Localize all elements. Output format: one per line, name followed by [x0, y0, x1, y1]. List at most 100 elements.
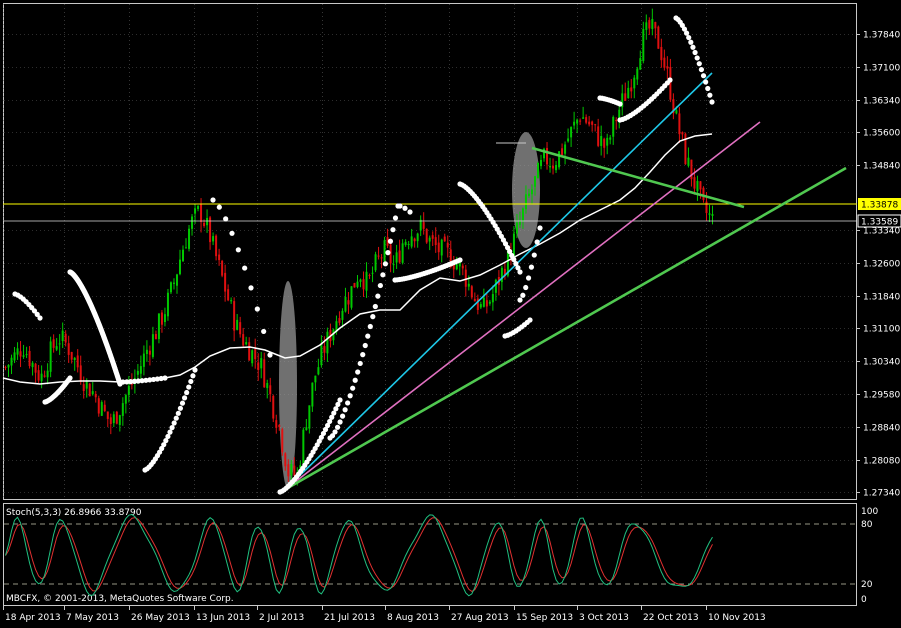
candle-body [76, 355, 79, 368]
price-axis: 1.37840 1.37100 1.36340 1.35600 1.34840 1.333… [856, 31, 900, 499]
candle-body [7, 364, 10, 368]
candle-body [359, 279, 362, 282]
candle-body [362, 279, 365, 290]
candle-body [404, 241, 407, 245]
candle-body [407, 243, 410, 245]
level-price-label: 1.33878 [861, 201, 898, 211]
candle-body [70, 351, 73, 360]
time-axis-label: 26 May 2013 [131, 613, 190, 623]
candle-body [639, 58, 642, 70]
candle-body [103, 404, 106, 411]
candle-body [401, 243, 404, 263]
candle-body [488, 301, 491, 304]
candle-body [591, 121, 594, 125]
psar-dot [347, 393, 353, 399]
price-chart[interactable]: 1.37840 1.37100 1.36340 1.35600 1.34840 1.333… [0, 0, 901, 624]
psar-dot [527, 317, 533, 323]
candle-body [422, 222, 425, 229]
candle-body [178, 259, 181, 275]
time-axis-label: 21 Jul 2013 [324, 613, 375, 623]
candle-body [136, 370, 139, 375]
candle-body [461, 265, 464, 269]
psar-dot [525, 275, 532, 281]
candle-body [263, 359, 266, 388]
psar-dot [181, 395, 188, 401]
candle-body [434, 237, 437, 246]
candle-body [169, 282, 172, 293]
candle-body [25, 354, 28, 356]
candle-body [16, 348, 19, 355]
candle-body [287, 464, 290, 477]
psar-dot [617, 101, 623, 107]
candle-body [157, 313, 160, 340]
candle-body [160, 312, 163, 325]
psar-dot [517, 297, 523, 303]
candle-body [546, 147, 549, 165]
candle-body [281, 429, 284, 453]
candle-body [428, 237, 431, 242]
candle-body [172, 282, 175, 284]
candle-body [380, 257, 383, 259]
candle-body [353, 283, 356, 288]
price-axis-label: 1.27340 [863, 489, 900, 499]
candle-body [660, 46, 663, 61]
candle-body [163, 314, 166, 323]
candle-body [582, 117, 585, 119]
time-axis-label: 15 Sep 2013 [516, 613, 573, 623]
psar-dot [385, 250, 391, 256]
candle-body [512, 233, 515, 257]
candle-body [224, 272, 227, 292]
candle-body [185, 247, 188, 249]
price-axis-label: 1.36340 [863, 97, 900, 107]
candle-body [326, 331, 329, 354]
candle-body [681, 132, 684, 135]
candle-body [606, 137, 609, 146]
psar-dot [334, 424, 341, 430]
candle-body [609, 137, 612, 140]
candle-body [642, 29, 645, 62]
price-axis-label: 1.37840 [863, 31, 900, 41]
candle-body [419, 219, 422, 231]
candle-body [552, 165, 555, 169]
candle-body [576, 119, 579, 124]
candle-body [615, 120, 618, 122]
psar-dot [332, 429, 338, 435]
candle-body [443, 236, 446, 242]
chart-canvas[interactable]: 1.37840 1.37100 1.36340 1.35600 1.34840 1.333… [0, 0, 901, 624]
candle-body [106, 411, 109, 419]
psar-dot [372, 303, 378, 310]
candle-body [323, 346, 326, 353]
candle-body [257, 362, 260, 370]
candle-body [455, 264, 458, 270]
candle-body [245, 342, 248, 345]
candle-body [485, 300, 488, 307]
candle-body [624, 93, 627, 101]
candle-body [182, 249, 185, 262]
psar-dot [397, 203, 403, 209]
candle-body [570, 126, 573, 138]
psar-dot [242, 265, 248, 271]
time-axis-label: 3 Oct 2013 [579, 613, 629, 623]
stoch-axis-20: 20 [861, 580, 873, 590]
candle-body [431, 235, 434, 239]
candle-body [588, 121, 591, 125]
candle-body [579, 120, 582, 122]
candle-body [191, 216, 194, 229]
time-axis-label: 7 May 2013 [66, 613, 119, 623]
candle-body [58, 343, 61, 345]
candle-body [515, 222, 518, 234]
psar-dot [339, 413, 346, 419]
candle-body [82, 384, 85, 392]
candle-body [708, 213, 711, 215]
psar-dot [184, 389, 190, 396]
candle-body [278, 424, 281, 427]
candle-body [530, 189, 533, 195]
candle-body [91, 391, 94, 395]
candle-body [696, 180, 699, 192]
candle-body [37, 370, 40, 381]
candle-body [494, 279, 497, 293]
psar-dot [686, 34, 692, 41]
candle-body [275, 420, 278, 428]
psar-dot [337, 397, 343, 403]
candle-body [290, 463, 293, 476]
